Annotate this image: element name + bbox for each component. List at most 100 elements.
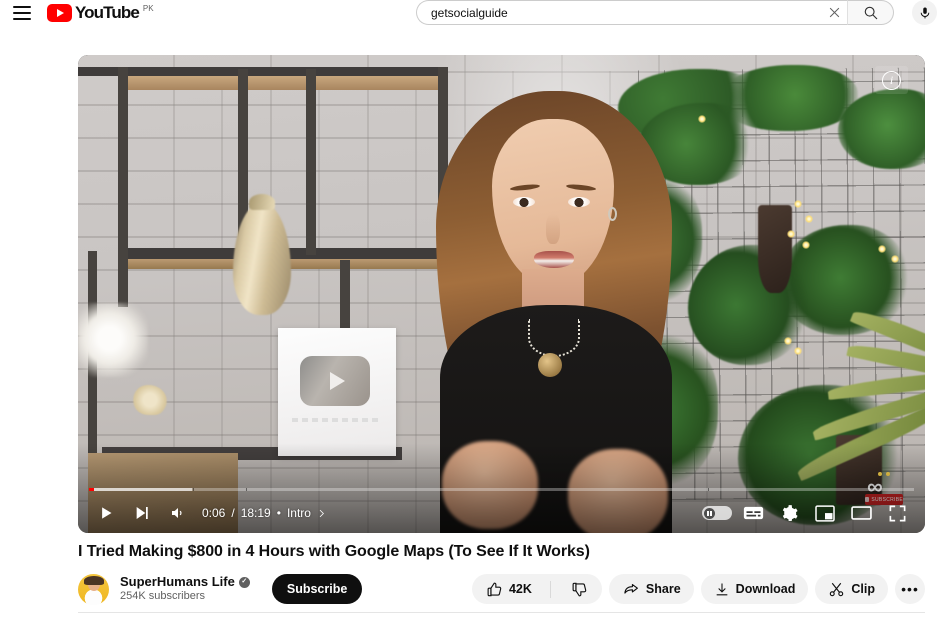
video-duration: 18:19 xyxy=(240,506,271,520)
masthead: YouTube PK xyxy=(0,0,937,26)
avatar[interactable] xyxy=(78,573,109,605)
white-flower-decor xyxy=(78,303,148,377)
chevron-right-icon xyxy=(319,509,324,517)
fairy-light xyxy=(698,115,706,123)
dislike-button[interactable] xyxy=(557,574,602,604)
chapter-dot: • xyxy=(276,506,281,520)
share-arrow-icon xyxy=(624,583,638,594)
chapter-marker xyxy=(707,488,710,491)
like-button[interactable]: 42K xyxy=(472,574,544,604)
like-count: 42K xyxy=(508,582,532,596)
current-time: 0:06 xyxy=(202,506,226,520)
search-icon xyxy=(864,6,877,19)
play-button[interactable] xyxy=(88,495,124,531)
fairy-light xyxy=(794,200,802,208)
subtitles-icon xyxy=(743,506,763,520)
video-info-button[interactable]: i xyxy=(875,66,908,94)
download-button[interactable]: Download xyxy=(700,574,809,604)
fullscreen-button[interactable] xyxy=(879,495,915,531)
video-frame: ∞ SUBSCRIBE xyxy=(78,55,925,533)
fairy-light xyxy=(787,230,795,238)
youtube-logo-text: YouTube xyxy=(75,3,140,23)
volume-button[interactable] xyxy=(160,495,196,531)
progress-bar[interactable] xyxy=(89,488,914,492)
search-button[interactable] xyxy=(847,0,894,25)
chapter-title[interactable]: Intro xyxy=(287,506,311,520)
subtitles-button[interactable] xyxy=(735,495,771,531)
fairy-light xyxy=(794,347,802,355)
channel-info: SuperHumans Life ✓ 254K subscribers xyxy=(120,574,250,604)
page-title: I Tried Making $800 in 4 Hours with Goog… xyxy=(78,543,590,560)
more-actions-button[interactable]: ••• xyxy=(895,574,925,604)
time-separator: / xyxy=(231,506,235,520)
volume-icon xyxy=(172,508,182,518)
scissors-icon xyxy=(830,582,844,596)
progress-track xyxy=(89,488,914,491)
verified-check-icon: ✓ xyxy=(238,576,250,588)
info-icon: i xyxy=(882,70,901,90)
bird-ornament-decor xyxy=(133,385,167,415)
progress-buffered xyxy=(89,488,193,491)
video-action-buttons: 42K Share Download Clip ••• xyxy=(471,574,925,604)
thumbs-down-icon xyxy=(572,582,587,596)
like-dislike-group: 42K xyxy=(471,574,602,604)
more-horizontal-icon: ••• xyxy=(901,581,919,597)
miniplayer-button[interactable] xyxy=(807,495,843,531)
fairy-light xyxy=(805,215,813,223)
presenter-eyebrow xyxy=(509,183,541,192)
thumbs-up-icon xyxy=(487,582,502,596)
close-icon[interactable] xyxy=(821,0,847,25)
time-display: 0:06 / 18:19 • Intro xyxy=(202,506,326,520)
presenter-nose xyxy=(546,214,560,244)
presenter-eyebrow xyxy=(565,183,597,192)
play-icon xyxy=(101,507,111,519)
subscribe-button[interactable]: Subscribe xyxy=(271,574,363,604)
share-button[interactable]: Share xyxy=(608,574,694,604)
next-video-button[interactable] xyxy=(124,495,160,531)
autoplay-button[interactable] xyxy=(699,495,735,531)
channel-name-text: SuperHumans Life xyxy=(120,574,235,589)
fairy-light xyxy=(784,337,792,345)
subscriber-count: 254K subscribers xyxy=(120,590,205,603)
clip-button[interactable]: Clip xyxy=(815,574,888,604)
settings-button[interactable] xyxy=(771,495,807,531)
divider xyxy=(549,580,551,598)
award-engraving xyxy=(292,418,382,422)
voice-search-button[interactable] xyxy=(912,0,937,25)
theater-mode-icon xyxy=(850,506,872,520)
search-box[interactable] xyxy=(416,0,847,25)
fullscreen-icon xyxy=(889,505,905,521)
theater-mode-button[interactable] xyxy=(843,495,879,531)
youtube-country-code: PK xyxy=(142,4,154,14)
autoplay-toggle-icon xyxy=(702,506,732,520)
progress-played xyxy=(89,488,94,491)
shelf-top xyxy=(78,67,448,76)
channel-name-link[interactable]: SuperHumans Life ✓ xyxy=(120,574,250,590)
shelf-post xyxy=(118,67,128,307)
video-meta-row: SuperHumans Life ✓ 254K subscribers Subs… xyxy=(78,572,925,606)
next-video-icon xyxy=(136,507,148,519)
player-controls-right xyxy=(699,495,915,531)
presenter-necklace xyxy=(528,319,580,357)
shelf-post xyxy=(306,69,316,255)
youtube-play-badge-icon xyxy=(47,4,72,22)
presenter-mouth xyxy=(534,251,574,268)
video-presenter xyxy=(430,83,680,533)
award-play-icon xyxy=(300,356,370,406)
hanging-planter xyxy=(758,205,792,293)
video-player[interactable]: ∞ SUBSCRIBE i 0:06 / 18:19 • Intro xyxy=(78,55,925,533)
presenter-eye xyxy=(568,197,590,207)
fairy-light xyxy=(878,245,886,253)
hamburger-menu-icon[interactable] xyxy=(13,6,31,20)
divider xyxy=(78,612,925,613)
presenter-pendant xyxy=(538,353,562,377)
share-label: Share xyxy=(645,582,681,596)
chapter-marker xyxy=(245,488,248,491)
shelf-wood-upper xyxy=(122,76,448,90)
presenter-eye xyxy=(513,197,535,207)
youtube-logo[interactable]: YouTube PK xyxy=(47,4,154,22)
clip-label: Clip xyxy=(851,582,875,596)
chapter-marker xyxy=(192,488,195,491)
settings-gear-icon xyxy=(782,504,798,521)
search-input[interactable] xyxy=(417,5,821,20)
